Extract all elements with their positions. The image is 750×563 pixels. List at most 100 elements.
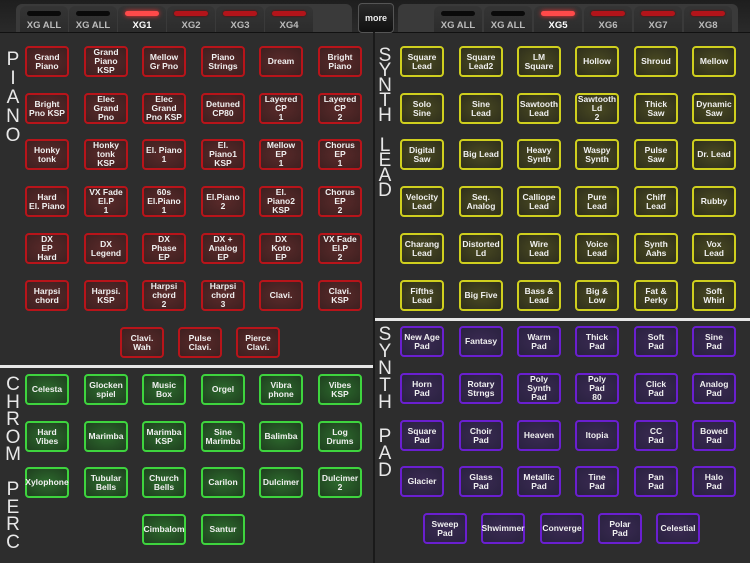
piano-voice-button[interactable]: Clavi. KSP [318,280,362,311]
piano-voice-button[interactable]: El. Piano2 KSP [259,186,303,217]
synth-lead-voice-button[interactable]: Chiff Lead [634,186,678,217]
piano-voice-button[interactable]: Pulse Clavi. [178,327,222,358]
synth-lead-voice-button[interactable]: Synth Aahs [634,233,678,264]
synth-pad-voice-button[interactable]: Warm Pad [517,326,561,357]
tab-xg2[interactable]: XG2 [167,6,215,32]
chrom-perc-voice-button[interactable]: Santur [201,514,245,545]
synth-pad-voice-button[interactable]: CC Pad [634,420,678,451]
synth-pad-voice-button[interactable]: Metallic Pad [517,466,561,497]
chrom-perc-voice-button[interactable]: Hard Vibes [25,421,69,452]
synth-lead-voice-button[interactable]: Soft Whirl [692,280,736,311]
synth-lead-voice-button[interactable]: Wire Lead [517,233,561,264]
synth-pad-voice-button[interactable]: Fantasy [459,326,503,357]
synth-lead-voice-button[interactable]: Pure Lead [575,186,619,217]
synth-pad-voice-button[interactable]: Heaven [517,420,561,451]
piano-voice-button[interactable]: DX Phase EP [142,233,186,264]
chrom-perc-voice-button[interactable]: Music Box [142,374,186,405]
synth-pad-voice-button[interactable]: Choir Pad [459,420,503,451]
synth-pad-voice-button[interactable]: Converge [540,513,584,544]
synth-pad-voice-button[interactable]: Tine Pad [575,466,619,497]
chrom-perc-voice-button[interactable]: Sine Marimba [201,421,245,452]
chrom-perc-voice-button[interactable]: Marimba KSP [142,421,186,452]
synth-lead-voice-button[interactable]: Bass & Lead [517,280,561,311]
synth-pad-voice-button[interactable]: Sine Pad [692,326,736,357]
synth-pad-voice-button[interactable]: Itopia [575,420,619,451]
synth-lead-voice-button[interactable]: Thick Saw [634,93,678,124]
chrom-perc-voice-button[interactable]: Tubular Bells [84,467,128,498]
chrom-perc-voice-button[interactable]: Log Drums [318,421,362,452]
piano-voice-button[interactable]: Hard El. Piano [25,186,69,217]
chrom-perc-voice-button[interactable]: Dulcimer [259,467,303,498]
piano-voice-button[interactable]: DX Koto EP [259,233,303,264]
piano-voice-button[interactable]: Chorus EP 2 [318,186,362,217]
piano-voice-button[interactable]: DX EP Hard [25,233,69,264]
synth-pad-voice-button[interactable]: Analog Pad [692,373,736,404]
more-button[interactable]: more [358,3,394,33]
tab-xg-all[interactable]: XG ALL [434,6,482,32]
piano-voice-button[interactable]: VX Fade El.P 2 [318,233,362,264]
chrom-perc-voice-button[interactable]: Orgel [201,374,245,405]
synth-lead-voice-button[interactable]: Charang Lead [400,233,444,264]
piano-voice-button[interactable]: El.Piano 2 [201,186,245,217]
chrom-perc-voice-button[interactable]: Vibes KSP [318,374,362,405]
synth-lead-voice-button[interactable]: Sine Lead [459,93,503,124]
piano-voice-button[interactable]: Harpsi. KSP [84,280,128,311]
piano-voice-button[interactable]: Layered CP 1 [259,93,303,124]
synth-pad-voice-button[interactable]: Polar Pad [598,513,642,544]
tab-xg3[interactable]: XG3 [216,6,264,32]
synth-lead-voice-button[interactable]: Sawtooth Ld 2 [575,93,619,124]
synth-lead-voice-button[interactable]: Sawtooth Lead [517,93,561,124]
synth-lead-voice-button[interactable]: Distorted Ld [459,233,503,264]
tab-xg-all[interactable]: XG ALL [69,6,117,32]
piano-voice-button[interactable]: El. Piano 1 [142,139,186,170]
chrom-perc-voice-button[interactable]: Balimba [259,421,303,452]
tab-xg6[interactable]: XG6 [584,6,632,32]
synth-pad-voice-button[interactable]: Rotary Strngs [459,373,503,404]
chrom-perc-voice-button[interactable]: Vibra phone [259,374,303,405]
synth-lead-voice-button[interactable]: Shroud [634,46,678,77]
tab-xg-all[interactable]: XG ALL [484,6,532,32]
piano-voice-button[interactable]: VX Fade El.P 1 [84,186,128,217]
piano-voice-button[interactable]: Honky tonk KSP [84,139,128,170]
synth-lead-voice-button[interactable]: Big Lead [459,139,503,170]
piano-voice-button[interactable]: Chorus EP 1 [318,139,362,170]
chrom-perc-voice-button[interactable]: Cimbalom [142,514,186,545]
synth-pad-voice-button[interactable]: Pan Pad [634,466,678,497]
synth-pad-voice-button[interactable]: Glacier [400,466,444,497]
piano-voice-button[interactable]: 60s El.Piano 1 [142,186,186,217]
synth-lead-voice-button[interactable]: Calliope Lead [517,186,561,217]
piano-voice-button[interactable]: Bright Piano [318,46,362,77]
synth-lead-voice-button[interactable]: Velocity Lead [400,186,444,217]
synth-lead-voice-button[interactable]: Solo Sine [400,93,444,124]
chrom-perc-voice-button[interactable]: Glocken spiel [84,374,128,405]
synth-lead-voice-button[interactable]: Voice Lead [575,233,619,264]
piano-voice-button[interactable]: DX Legend [84,233,128,264]
chrom-perc-voice-button[interactable]: Dulcimer 2 [318,467,362,498]
piano-voice-button[interactable]: Mellow EP 1 [259,139,303,170]
piano-voice-button[interactable]: DX + Analog EP [201,233,245,264]
synth-lead-voice-button[interactable]: Dynamic Saw [692,93,736,124]
piano-voice-button[interactable]: Mellow Gr Pno [142,46,186,77]
synth-lead-voice-button[interactable]: Dr. Lead [692,139,736,170]
synth-pad-voice-button[interactable]: Thick Pad [575,326,619,357]
piano-voice-button[interactable]: Bright Pno KSP [25,93,69,124]
piano-voice-button[interactable]: Clavi. [259,280,303,311]
synth-lead-voice-button[interactable]: Big & Low [575,280,619,311]
chrom-perc-voice-button[interactable]: Carilon [201,467,245,498]
synth-lead-voice-button[interactable]: Waspy Synth [575,139,619,170]
tab-xg5[interactable]: XG5 [534,6,582,32]
synth-lead-voice-button[interactable]: Square Lead [400,46,444,77]
piano-voice-button[interactable]: Detuned CP80 [201,93,245,124]
synth-pad-voice-button[interactable]: Poly Pad 80 [575,373,619,404]
tab-xg8[interactable]: XG8 [684,6,732,32]
chrom-perc-voice-button[interactable]: Church Bells [142,467,186,498]
piano-voice-button[interactable]: Elec Grand Pno KSP [142,93,186,124]
synth-lead-voice-button[interactable]: Big Five [459,280,503,311]
synth-pad-voice-button[interactable]: Square Pad [400,420,444,451]
synth-pad-voice-button[interactable]: New Age Pad [400,326,444,357]
synth-pad-voice-button[interactable]: Halo Pad [692,466,736,497]
synth-lead-voice-button[interactable]: Heavy Synth [517,139,561,170]
synth-lead-voice-button[interactable]: Digital Saw [400,139,444,170]
synth-pad-voice-button[interactable]: Poly Synth Pad [517,373,561,404]
synth-pad-voice-button[interactable]: Soft Pad [634,326,678,357]
